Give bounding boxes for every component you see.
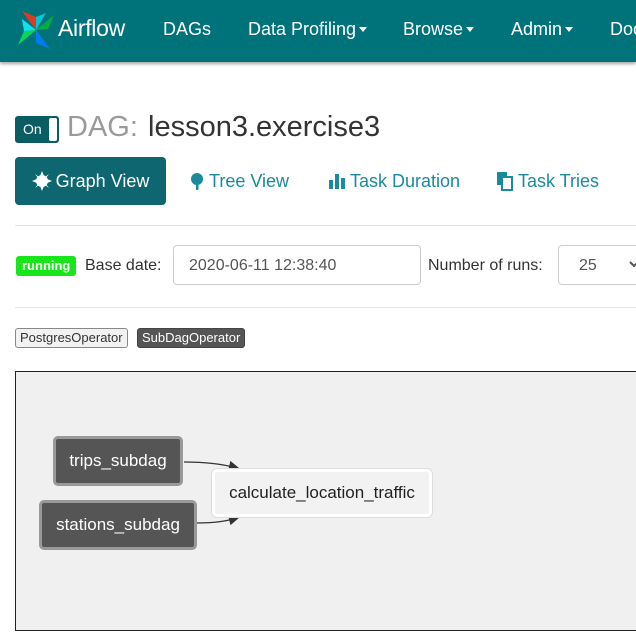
legend-subdag-operator[interactable]: SubDagOperator [137,328,246,348]
asterisk-icon [31,171,52,191]
tree-icon [191,173,203,190]
caret-down-icon [359,26,368,32]
dag-id: lesson3.exercise3 [148,111,381,143]
nav-dags-label[interactable]: DAGs [163,19,211,39]
nav-data-profiling-label[interactable]: Data Profiling [248,19,356,39]
legend-postgres-operator[interactable]: PostgresOperator [15,328,128,348]
task-node-stations-subdag[interactable]: stations_subdag [39,500,197,550]
duplicate-icon [497,172,513,191]
tab-graph-view[interactable]: Graph View [15,157,166,205]
divider [15,225,636,226]
task-node-calculate-location-traffic[interactable]: calculate_location_traffic [212,469,432,517]
task-node-trips-subdag[interactable]: trips_subdag [53,436,183,486]
tab-task-tries-label[interactable]: Task Tries [518,171,599,192]
nav-browse-label[interactable]: Browse [403,19,463,39]
nav-admin[interactable]: Admin [511,19,574,40]
chevron-down-icon [629,261,636,268]
nav-docs[interactable]: Doc [610,19,636,40]
tab-task-duration[interactable]: Task Duration [328,157,460,205]
brand-text[interactable]: Airflow [58,15,125,42]
num-runs-label: Number of runs: [428,257,543,274]
tab-task-duration-label[interactable]: Task Duration [350,171,460,192]
caret-down-icon [565,26,574,32]
nav-data-profiling[interactable]: Data Profiling [248,19,368,40]
base-date-label: Base date: [85,257,162,274]
base-date-value: 2020-06-11 12:38:40 [189,257,337,274]
nav-browse[interactable]: Browse [403,19,475,40]
toggle-label: On [23,121,42,137]
task-node-label: stations_subdag [56,515,180,534]
nav-dags[interactable]: DAGs [163,19,211,40]
dag-pause-toggle[interactable]: On [15,116,59,143]
tab-task-tries[interactable]: Task Tries [496,157,599,205]
tab-tree-view[interactable]: Tree View [189,157,289,205]
caret-down-icon [466,26,475,32]
navbar: Airflow DAGs Data Profiling Browse Admin… [0,0,636,62]
airflow-brand[interactable]: Airflow [16,9,125,51]
task-node-label: trips_subdag [69,451,167,470]
num-runs-select[interactable]: 25 [558,245,636,285]
nav-admin-label[interactable]: Admin [511,19,562,39]
dag-prefix: DAG: [67,111,138,143]
base-date-input[interactable]: 2020-06-11 12:38:40 [173,245,421,285]
bar-chart-icon [329,174,345,189]
tab-tree-view-label[interactable]: Tree View [209,171,289,192]
toggle-knob [49,118,57,141]
dag-graph[interactable]: trips_subdag stations_subdag calculate_l… [15,371,636,631]
nav-docs-label[interactable]: Doc [610,19,636,39]
edge-trips-to-calculate [183,460,240,471]
dag-state-badge: running [16,256,77,276]
task-node-label: calculate_location_traffic [229,483,415,502]
tab-graph-view-label[interactable]: Graph View [56,171,150,192]
divider [15,307,636,308]
airflow-logo-icon [18,11,54,49]
edge-stations-to-calculate [196,515,240,526]
num-runs-value: 25 [579,257,597,274]
